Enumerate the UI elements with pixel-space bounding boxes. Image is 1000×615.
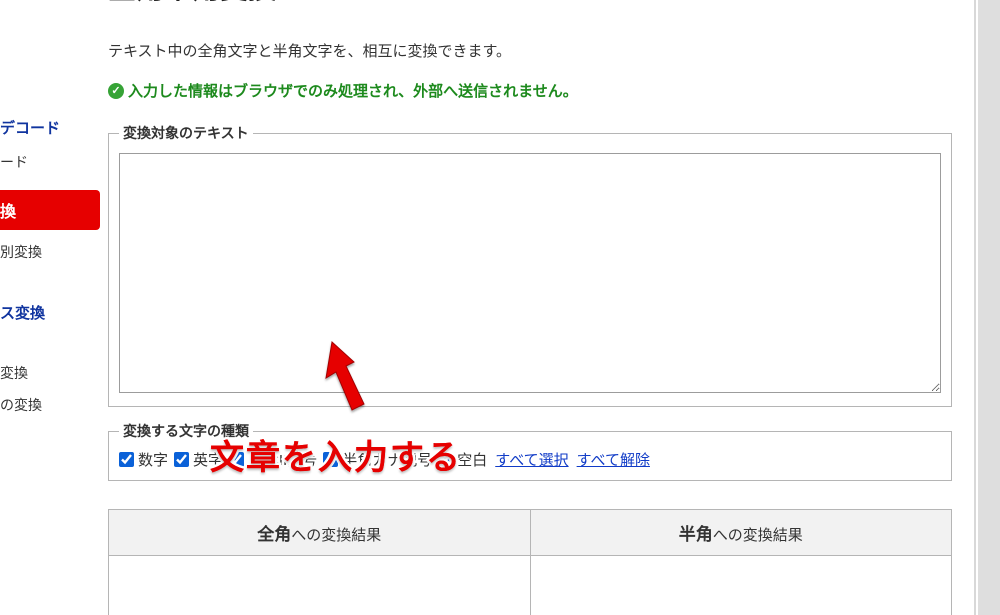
page-description: テキスト中の全角文字と半角文字を、相互に変換できます。: [108, 40, 952, 64]
checkbox-space-input[interactable]: [438, 452, 453, 467]
privacy-notice: ✓ 入力した情報はブラウザでのみ処理され、外部へ送信されません。: [108, 80, 952, 101]
checkbox-alpha-label: 英字: [193, 449, 223, 470]
source-textarea[interactable]: [119, 153, 941, 393]
options-row: 数字 英字 ASCII記号 半角カナ記号 空白 すべて: [119, 449, 941, 470]
checkbox-digits[interactable]: 数字: [119, 449, 168, 470]
sidebar-item-sub-3[interactable]: 変換: [0, 357, 100, 389]
check-circle-icon: ✓: [108, 83, 124, 99]
checkbox-kana-symbol-label: 半角カナ記号: [342, 449, 432, 470]
checkbox-ascii-symbol-label: ASCII記号: [248, 449, 317, 470]
results-cell-hankaku: [530, 556, 952, 615]
checkbox-space-label: 空白: [457, 449, 487, 470]
input-fieldset-legend: 変換対象のテキスト: [119, 123, 253, 143]
checkbox-alpha-input[interactable]: [174, 452, 189, 467]
sidebar-item-convert[interactable]: ス変換: [0, 294, 100, 331]
checkbox-ascii-symbol[interactable]: ASCII記号: [229, 449, 317, 470]
checkbox-digits-input[interactable]: [119, 452, 134, 467]
page-title: 全角半角変換: [108, 0, 952, 14]
sidebar-item-decode[interactable]: デコード: [0, 109, 100, 146]
sidebar-item-active[interactable]: 換: [0, 190, 100, 230]
options-fieldset: 変換する文字の種類 数字 英字 ASCII記号 半角カナ記号: [108, 421, 952, 481]
select-all-link[interactable]: すべて選択: [495, 449, 568, 470]
sidebar-item-sub-1[interactable]: ード: [0, 146, 100, 178]
sidebar-item-sub-2[interactable]: 別変換: [0, 236, 100, 268]
options-fieldset-legend: 変換する文字の種類: [119, 421, 253, 441]
results-header-zenkaku: 全角への変換結果: [109, 510, 531, 556]
page-container: デコード ード 換 別変換 ス変換 変換 の変換 全角半角変換 テキスト中の全角…: [0, 0, 976, 615]
checkbox-kana-symbol[interactable]: 半角カナ記号: [323, 449, 432, 470]
results-cell-zenkaku: [109, 556, 531, 615]
results-table: 全角への変換結果 半角への変換結果: [108, 509, 952, 615]
checkbox-kana-symbol-input[interactable]: [323, 452, 338, 467]
checkbox-ascii-symbol-input[interactable]: [229, 452, 244, 467]
checkbox-alpha[interactable]: 英字: [174, 449, 223, 470]
window-right-gutter: [978, 0, 1000, 615]
privacy-notice-text: 入力した情報はブラウザでのみ処理され、外部へ送信されません。: [128, 80, 578, 101]
checkbox-digits-label: 数字: [138, 449, 168, 470]
checkbox-space[interactable]: 空白: [438, 449, 487, 470]
sidebar-item-sub-4[interactable]: の変換: [0, 389, 100, 421]
results-header-hankaku: 半角への変換結果: [530, 510, 952, 556]
deselect-all-link[interactable]: すべて解除: [577, 449, 650, 470]
sidebar: デコード ード 換 別変換 ス変換 変換 の変換: [0, 0, 100, 615]
input-fieldset: 変換対象のテキスト: [108, 123, 952, 407]
main-content: 全角半角変換 テキスト中の全角文字と半角文字を、相互に変換できます。 ✓ 入力し…: [100, 0, 976, 615]
